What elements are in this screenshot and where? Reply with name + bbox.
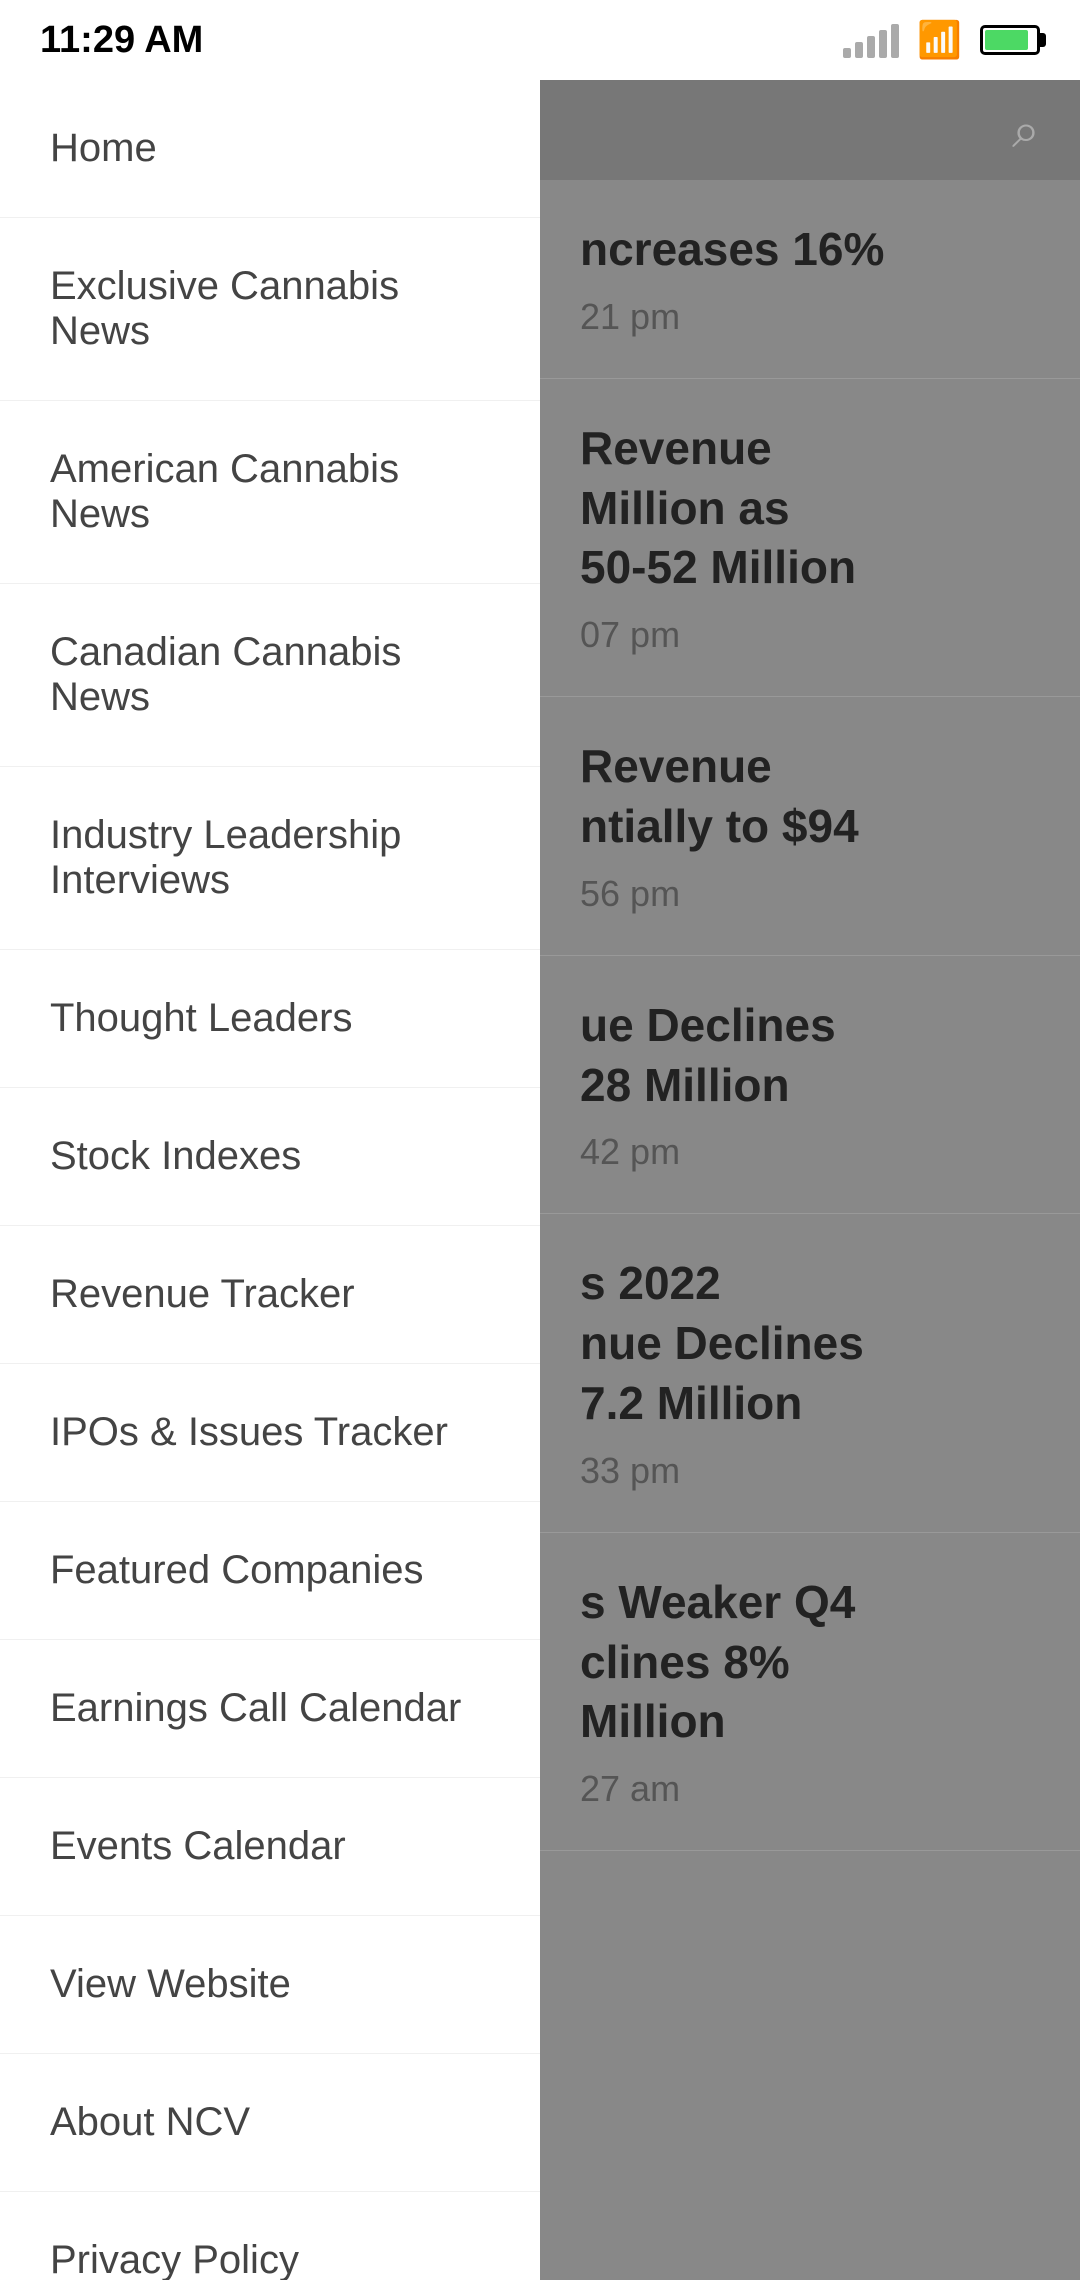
bg-news-title-2: RevenueMillion as50-52 Million xyxy=(580,419,1040,598)
drawer-menu: HomeExclusive Cannabis NewsAmerican Cann… xyxy=(0,80,540,2280)
wifi-icon: 📶 xyxy=(917,19,962,61)
menu-item-american-cannabis-news: American Cannabis News xyxy=(0,401,540,584)
bg-news-title-6: s Weaker Q4clines 8%Million xyxy=(580,1573,1040,1752)
bg-news-time-6: 27 am xyxy=(580,1768,1040,1810)
bg-news-title-1: ncreases 16% xyxy=(580,220,1040,280)
menu-link-ipos-issues-tracker[interactable]: IPOs & Issues Tracker xyxy=(0,1364,540,1501)
menu-item-stock-indexes: Stock Indexes xyxy=(0,1088,540,1226)
bg-news-time-1: 21 pm xyxy=(580,296,1040,338)
signal-icon xyxy=(843,22,899,58)
bg-news-title-4: ue Declines28 Million xyxy=(580,996,1040,1116)
bg-news-title-5: s 2022nue Declines7.2 Million xyxy=(580,1254,1040,1433)
menu-link-exclusive-cannabis-news[interactable]: Exclusive Cannabis News xyxy=(0,218,540,400)
menu-link-american-cannabis-news[interactable]: American Cannabis News xyxy=(0,401,540,583)
bg-news-time-5: 33 pm xyxy=(580,1450,1040,1492)
status-bar: 11:29 AM 📶 xyxy=(0,0,1080,80)
menu-item-industry-leadership-interviews: Industry Leadership Interviews xyxy=(0,767,540,950)
menu-link-featured-companies[interactable]: Featured Companies xyxy=(0,1502,540,1639)
menu-link-revenue-tracker[interactable]: Revenue Tracker xyxy=(0,1226,540,1363)
menu-item-about-ncv: About NCV xyxy=(0,2054,540,2192)
menu-item-privacy-policy: Privacy Policy xyxy=(0,2192,540,2280)
navigation-drawer: HomeExclusive Cannabis NewsAmerican Cann… xyxy=(0,0,540,2280)
bg-news-time-2: 07 pm xyxy=(580,614,1040,656)
bg-news-time-4: 42 pm xyxy=(580,1131,1040,1173)
menu-link-earnings-call-calendar[interactable]: Earnings Call Calendar xyxy=(0,1640,540,1777)
menu-link-events-calendar[interactable]: Events Calendar xyxy=(0,1778,540,1915)
menu-link-thought-leaders[interactable]: Thought Leaders xyxy=(0,950,540,1087)
menu-item-featured-companies: Featured Companies xyxy=(0,1502,540,1640)
menu-link-industry-leadership-interviews[interactable]: Industry Leadership Interviews xyxy=(0,767,540,949)
status-time: 11:29 AM xyxy=(40,19,203,62)
menu-link-stock-indexes[interactable]: Stock Indexes xyxy=(0,1088,540,1225)
menu-link-privacy-policy[interactable]: Privacy Policy xyxy=(0,2192,540,2280)
menu-link-canadian-cannabis-news[interactable]: Canadian Cannabis News xyxy=(0,584,540,766)
menu-link-home[interactable]: Home xyxy=(0,80,540,217)
battery-icon xyxy=(980,25,1040,55)
menu-item-events-calendar: Events Calendar xyxy=(0,1778,540,1916)
drawer-nav: HomeExclusive Cannabis NewsAmerican Cann… xyxy=(0,80,540,2280)
menu-link-about-ncv[interactable]: About NCV xyxy=(0,2054,540,2191)
menu-item-earnings-call-calendar: Earnings Call Calendar xyxy=(0,1640,540,1778)
menu-link-view-website[interactable]: View Website xyxy=(0,1916,540,2053)
menu-item-home: Home xyxy=(0,80,540,218)
menu-item-view-website: View Website xyxy=(0,1916,540,2054)
menu-item-ipos-issues-tracker: IPOs & Issues Tracker xyxy=(0,1364,540,1502)
menu-item-revenue-tracker: Revenue Tracker xyxy=(0,1226,540,1364)
menu-item-thought-leaders: Thought Leaders xyxy=(0,950,540,1088)
status-icons: 📶 xyxy=(843,19,1040,61)
menu-item-exclusive-cannabis-news: Exclusive Cannabis News xyxy=(0,218,540,401)
bg-news-time-3: 56 pm xyxy=(580,873,1040,915)
search-icon: ⌕ xyxy=(1012,101,1040,160)
menu-item-canadian-cannabis-news: Canadian Cannabis News xyxy=(0,584,540,767)
bg-news-title-3: Revenuentially to $94 xyxy=(580,737,1040,857)
